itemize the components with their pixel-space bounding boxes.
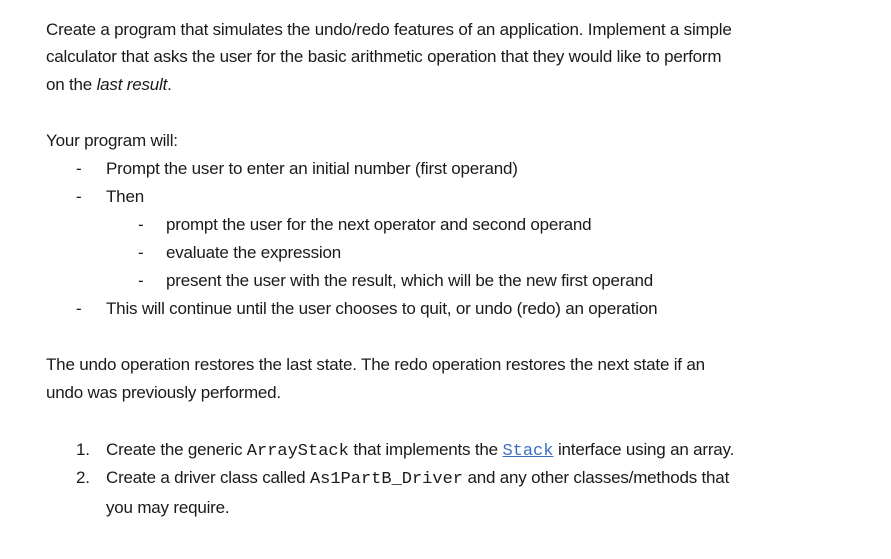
code-arraystack: ArrayStack	[246, 442, 349, 461]
program-heading: Your program will:	[46, 131, 178, 150]
task-number: 1.	[76, 440, 90, 459]
sub-bullet-dash: -	[138, 271, 144, 290]
intro-text: on the	[46, 75, 97, 94]
sub-bullet-dash: -	[138, 215, 144, 234]
bullet-dash: -	[76, 187, 82, 206]
list-item: Then	[106, 187, 144, 206]
task-text: Create a driver class called	[106, 468, 310, 487]
sub-list-item: evaluate the expression	[166, 243, 341, 262]
bullet-dash: -	[76, 299, 82, 318]
task-text: Create the generic	[106, 440, 247, 459]
task-text: interface using an array.	[553, 440, 735, 459]
intro-line-1: Create a program that simulates the undo…	[46, 20, 732, 39]
sub-list-item: prompt the user for the next operator an…	[166, 215, 592, 234]
stack-link[interactable]: Stack	[502, 442, 553, 461]
list-item: Prompt the user to enter an initial numb…	[106, 159, 518, 178]
intro-text: .	[167, 75, 172, 94]
intro-line-2: calculator that asks the user for the ba…	[46, 47, 722, 66]
list-item: This will continue until the user choose…	[106, 299, 658, 318]
bullet-dash: -	[76, 159, 82, 178]
code-driver-class: As1PartB_Driver	[309, 470, 463, 489]
sub-bullet-dash: -	[138, 243, 144, 262]
sub-list-item: present the user with the result, which …	[166, 271, 654, 290]
emphasis-last-result: last result	[96, 75, 168, 94]
task-number: 2.	[76, 468, 90, 487]
undo-line-2: undo was previously performed.	[46, 383, 281, 402]
document-page: Create a program that simulates the undo…	[0, 0, 891, 559]
intro-line-3: on the last result.	[46, 75, 172, 95]
task-text: and any other classes/methods that	[462, 468, 730, 487]
task-text: that implements the	[348, 440, 503, 459]
undo-line-1: The undo operation restores the last sta…	[46, 355, 705, 374]
task-item-1: Create the generic ArrayStack that imple…	[106, 440, 734, 462]
task-item-2-continued: you may require.	[106, 498, 230, 517]
task-item-2: Create a driver class called As1PartB_Dr…	[106, 468, 729, 490]
